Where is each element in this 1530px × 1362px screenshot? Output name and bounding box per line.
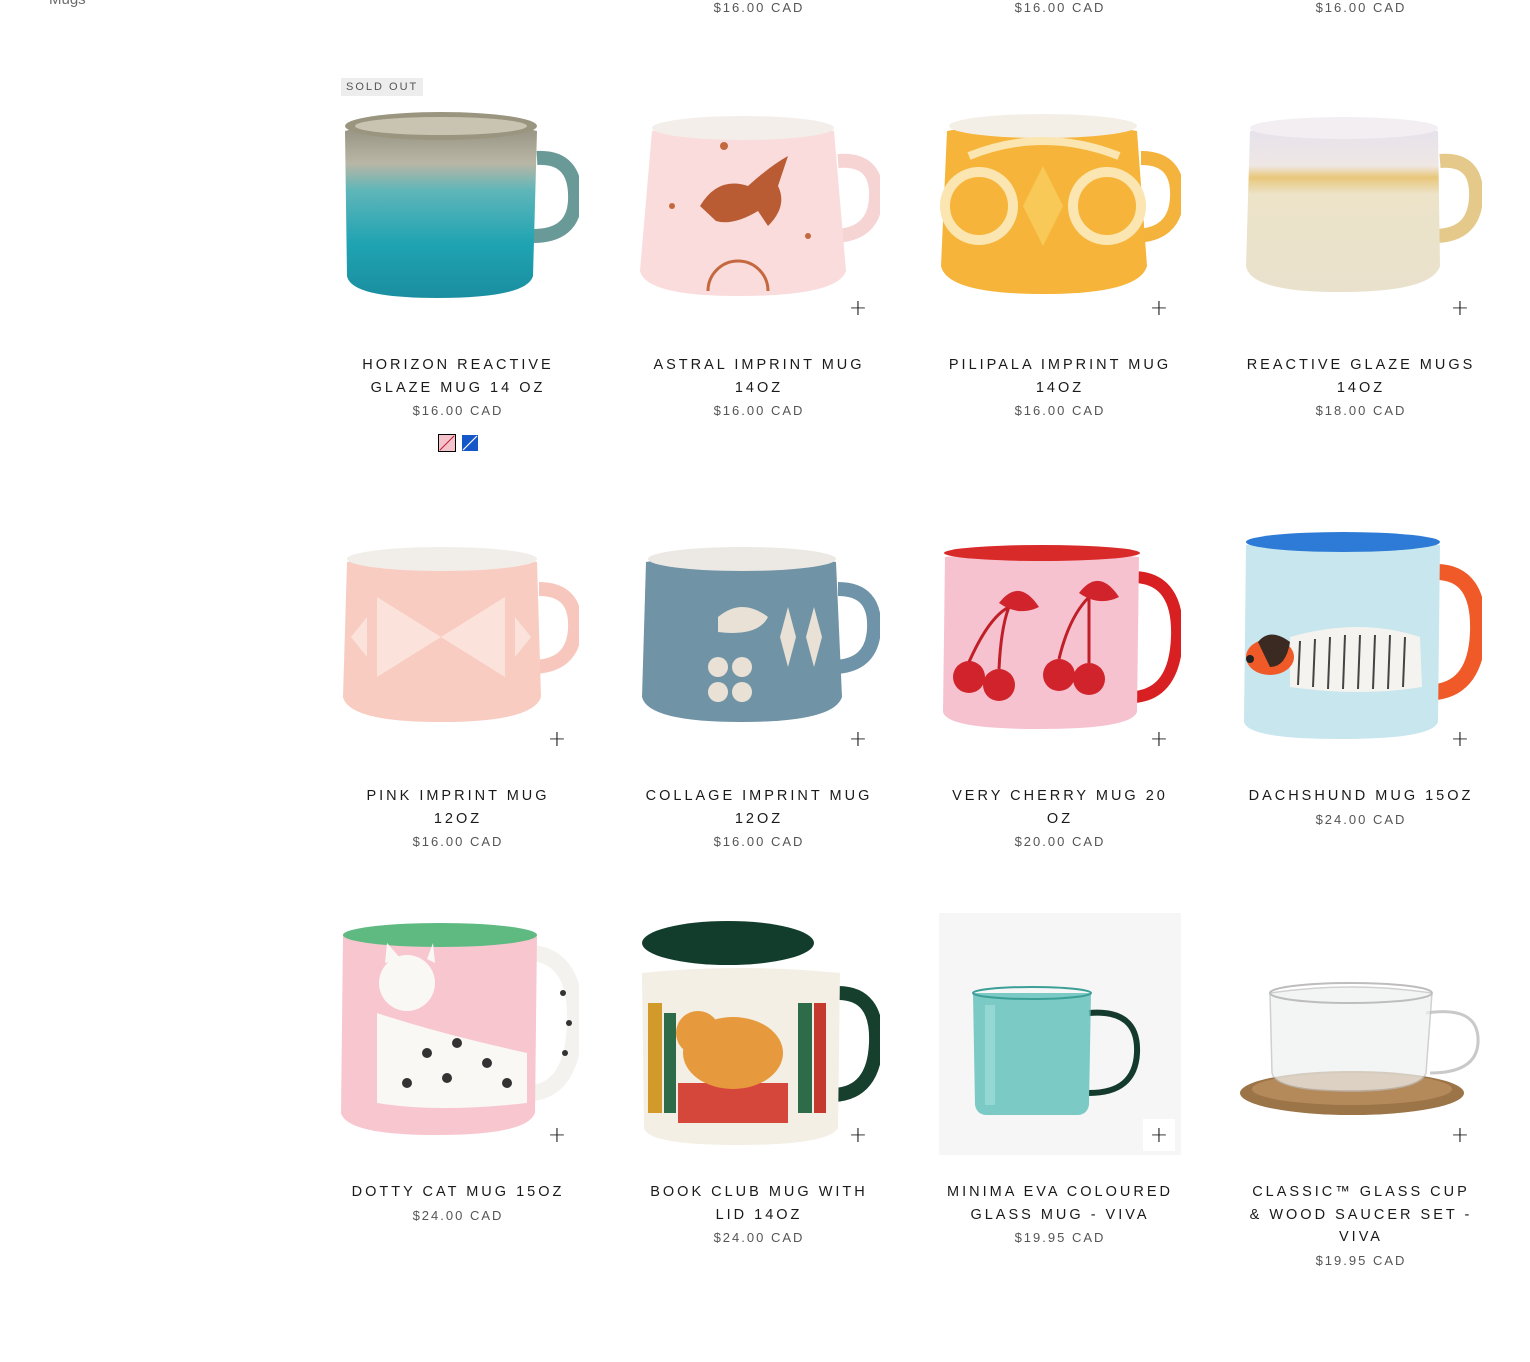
unavailable-slash-icon — [439, 435, 455, 451]
swatch-blue[interactable] — [462, 435, 478, 451]
product-price: $16.00 CAD — [713, 0, 805, 15]
horizon-mug-icon — [345, 112, 579, 298]
product-price: $18.00 CAD — [1315, 403, 1407, 418]
quick-add-button[interactable]: + — [1143, 1119, 1175, 1151]
quick-add-button[interactable]: + — [1444, 292, 1476, 324]
product-title[interactable]: Book Club Mug with Lid 14oz — [644, 1181, 874, 1226]
product-image[interactable]: + — [1240, 86, 1482, 328]
product-title[interactable]: Reactive Glaze Mugs 14oz — [1246, 354, 1476, 399]
product-image[interactable]: + — [337, 913, 579, 1155]
sold-out-badge: SOLD OUT — [341, 78, 424, 96]
quick-add-button[interactable]: + — [842, 292, 874, 324]
product-image[interactable]: + — [939, 913, 1181, 1155]
product-card[interactable]: + Collage Imprint Mug 12oz $16.00 CAD — [638, 517, 880, 849]
product-image[interactable]: + — [1240, 517, 1482, 759]
product-card[interactable]: + Astral Imprint Mug 14oz $16.00 CAD — [638, 86, 880, 418]
quick-add-button[interactable]: + — [1444, 723, 1476, 755]
product-title[interactable]: Very Cherry Mug 20 oz — [945, 785, 1175, 830]
product-card[interactable]: + Dachshund Mug 15oz $24.00 CAD — [1240, 517, 1482, 827]
product-card[interactable]: + CLASSIC™ Glass Cup & Wood Saucer Set -… — [1240, 913, 1482, 1268]
product-image[interactable]: + — [939, 86, 1181, 328]
swatch-pink[interactable] — [438, 434, 456, 452]
unavailable-slash-icon — [462, 435, 478, 451]
product-title[interactable]: Dachshund Mug 15oz — [1246, 785, 1476, 808]
quick-add-button[interactable]: + — [842, 723, 874, 755]
product-card[interactable]: + Book Club Mug with Lid 14oz $24.00 CAD — [638, 913, 880, 1245]
product-image[interactable]: SOLD OUT — [337, 78, 579, 328]
product-image[interactable]: + — [337, 517, 579, 759]
product-title[interactable]: MINIMA EVA Coloured Glass Mug - VIVA — [945, 1181, 1175, 1226]
product-price: $16.00 CAD — [412, 403, 504, 418]
product-card[interactable]: + Pink Imprint Mug 12oz $16.00 CAD — [337, 517, 579, 849]
product-price: $16.00 CAD — [1014, 0, 1106, 15]
product-title[interactable]: Horizon Reactive Glaze Mug 14 oz — [343, 354, 573, 399]
product-price: $16.00 CAD — [1014, 403, 1106, 418]
product-card[interactable]: + Very Cherry Mug 20 oz $20.00 CAD — [939, 517, 1181, 849]
product-card[interactable]: + Dotty Cat Mug 15oz $24.00 CAD — [337, 913, 579, 1223]
product-title[interactable]: Pilipala Imprint Mug 14oz — [945, 354, 1175, 399]
product-card[interactable]: + Reactive Glaze Mugs 14oz $18.00 CAD — [1240, 86, 1482, 418]
product-price: $19.95 CAD — [1315, 1252, 1407, 1268]
product-image[interactable]: + — [1240, 913, 1482, 1155]
product-title[interactable]: Pink Imprint Mug 12oz — [343, 785, 573, 830]
quick-add-button[interactable]: + — [1143, 723, 1175, 755]
product-price: $16.00 CAD — [1315, 0, 1407, 15]
product-price: $24.00 CAD — [412, 1207, 504, 1223]
product-price: $19.95 CAD — [1014, 1230, 1106, 1245]
product-price: $16.00 CAD — [713, 403, 805, 418]
product-image[interactable]: + — [638, 517, 880, 759]
product-card[interactable]: SOLD OUT Horizon Reactive Glaze Mug 14 o… — [337, 78, 579, 452]
product-title[interactable]: Dotty Cat Mug 15oz — [343, 1181, 573, 1204]
color-swatches — [337, 434, 579, 452]
product-price: $16.00 CAD — [412, 834, 504, 849]
quick-add-button[interactable]: + — [541, 1119, 573, 1151]
product-image[interactable]: + — [638, 86, 880, 328]
product-price: $16.00 CAD — [713, 834, 805, 849]
quick-add-button[interactable]: + — [1143, 292, 1175, 324]
product-price: $24.00 CAD — [713, 1230, 805, 1245]
product-price: $24.00 CAD — [1315, 811, 1407, 827]
product-title[interactable]: CLASSIC™ Glass Cup & Wood Saucer Set - V… — [1246, 1181, 1476, 1249]
product-image[interactable]: + — [638, 913, 880, 1155]
quick-add-button[interactable]: + — [541, 723, 573, 755]
quick-add-button[interactable]: + — [1444, 1119, 1476, 1151]
product-image[interactable]: + — [939, 517, 1181, 759]
product-card[interactable]: + Pilipala Imprint Mug 14oz $16.00 CAD — [939, 86, 1181, 418]
product-price: $20.00 CAD — [1014, 834, 1106, 849]
sidebar-link-mugs[interactable]: Mugs — [49, 0, 86, 8]
product-title[interactable]: Collage Imprint Mug 12oz — [644, 785, 874, 830]
quick-add-button[interactable]: + — [842, 1119, 874, 1151]
product-card[interactable]: + MINIMA EVA Coloured Glass Mug - VIVA $… — [939, 913, 1181, 1245]
product-title[interactable]: Astral Imprint Mug 14oz — [644, 354, 874, 399]
